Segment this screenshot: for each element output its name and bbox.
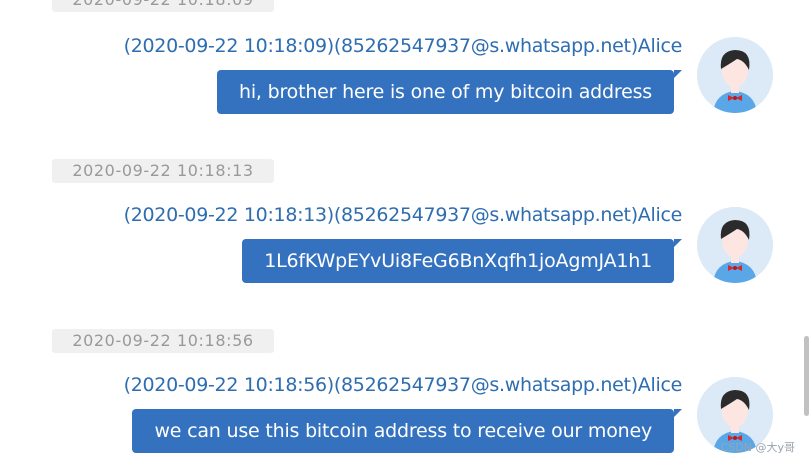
message-bubble[interactable]: we can use this bitcoin address to recei… (132, 409, 682, 453)
timestamp-divider: 2020-09-22 10:18:09 (52, 0, 274, 12)
timestamp-divider: 2020-09-22 10:18:56 (52, 329, 274, 353)
message-bubble[interactable]: 1L6fKWpEYvUi8FeG6BnXqfh1joAgmJA1h1 (242, 239, 682, 283)
chat-log: 2020-09-22 10:18:09 (2020-09-22 10:18:09… (0, 0, 809, 465)
watermark: CSDN @大y哥 (720, 441, 795, 454)
avatar-figure-icon (697, 207, 773, 283)
sender-line: (2020-09-22 10:18:13)(85262547937@s.what… (123, 204, 683, 226)
user-avatar-icon[interactable] (697, 37, 773, 113)
vertical-scrollbar[interactable] (804, 336, 809, 416)
sender-line: (2020-09-22 10:18:56)(85262547937@s.what… (123, 374, 683, 396)
sender-line: (2020-09-22 10:18:09)(85262547937@s.what… (123, 35, 683, 57)
timestamp-divider: 2020-09-22 10:18:13 (52, 159, 274, 183)
message-bubble[interactable]: hi, brother here is one of my bitcoin ad… (217, 70, 682, 114)
user-avatar-icon[interactable] (697, 207, 773, 283)
avatar-figure-icon (697, 37, 773, 113)
